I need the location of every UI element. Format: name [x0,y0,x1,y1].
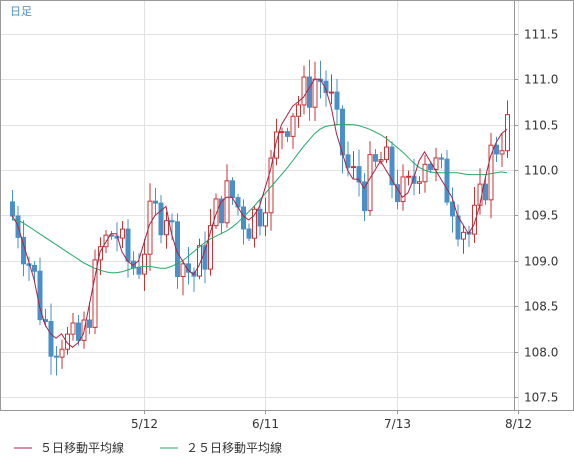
candle-body [334,91,340,110]
candle-body [125,228,131,262]
candle-body [307,76,312,108]
y-tick-label: 109.5 [524,209,558,223]
legend-label-ma5: ５日移動平均線 [40,440,124,455]
legend-label-ma25: ２５日移動平均線 [186,440,282,455]
candle-body [230,180,235,199]
candle-body [290,115,296,137]
y-tick-label: 108.5 [524,300,558,314]
x-tick-label: 5/12 [131,417,158,431]
candle-body [499,150,505,155]
candle-body [32,264,37,272]
x-tick-label: 6/11 [252,417,279,431]
candle-body [169,220,175,223]
candle-body [406,175,411,178]
candle-body [494,144,499,155]
x-tick-label: 7/13 [384,417,411,431]
candle-body [219,198,224,224]
y-tick-label: 110.0 [524,164,558,178]
candle-body [384,146,389,161]
y-tick-label: 110.5 [524,119,558,133]
candle-body [285,131,290,137]
candle-body [164,220,169,236]
candle-body [48,321,54,357]
period-label: 日足 [10,5,32,18]
candle-body [158,202,164,236]
y-tick-label: 109.0 [524,255,558,269]
candle-body [136,267,142,275]
candle-body [373,154,378,162]
candle-body [263,212,268,227]
candle-body [142,253,147,275]
candle-body [367,154,373,212]
y-tick-labels: 107.5 108.0 108.5 109.0 109.5 110.0 110.5 111.0… [524,28,558,405]
chart-frame [0,0,574,411]
candle-body [312,78,318,108]
y-tick-label: 111.5 [524,28,558,42]
candle-body [153,200,158,204]
candle-body [400,176,406,203]
candlestick-chart: 日足 107.5 108.0 108.5 109.0 109.5 110.0 110.5 11… [0,0,574,462]
candle-body [279,131,285,134]
y-tick-label: 111.0 [524,73,558,87]
candle-body [439,157,444,160]
y-tick-label: 107.5 [524,391,558,405]
candle-body [213,198,219,227]
legend: ５日移動平均線 ２５日移動平均線 [14,440,282,455]
candle-body [444,158,450,203]
x-tick-label: 8/12 [505,417,532,431]
y-tick-label: 108.0 [524,346,558,360]
candle-body [120,228,125,239]
candle-body [87,319,92,328]
candle-body [257,208,263,227]
candle-body [10,201,15,217]
candle-body [505,114,510,152]
candle-body [422,163,428,183]
candle-body [483,183,488,201]
candle-body [54,355,59,358]
candle-body [59,348,65,358]
candle-body [296,104,301,117]
candle-body [329,91,334,94]
candle-body [461,231,466,240]
candle-body [180,263,186,277]
x-tick-labels: 5/12 6/11 7/13 8/12 [131,417,532,431]
candle-body [76,322,81,341]
candle-body [488,144,494,201]
candle-body [246,228,252,239]
candle-body [252,208,257,239]
candle-body [224,180,230,224]
candle-body [417,181,422,184]
candle-body [301,76,307,106]
candle-body [351,166,356,169]
chart-svg: 日足 107.5 108.0 108.5 109.0 109.5 110.0 110.5 11… [0,0,574,455]
candle-body [70,322,76,335]
